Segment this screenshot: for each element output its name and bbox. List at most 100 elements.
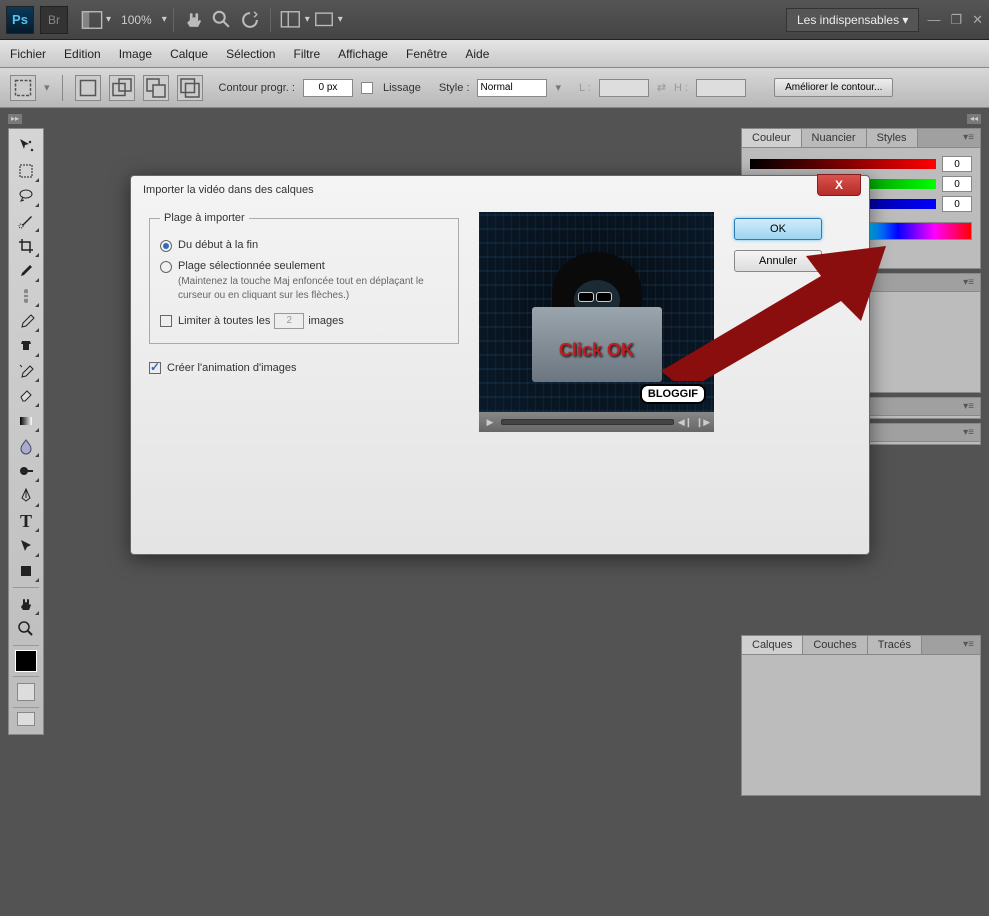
- menu-filtre[interactable]: Filtre: [293, 47, 320, 61]
- height-label: H :: [674, 82, 688, 94]
- width-input: [599, 79, 649, 97]
- bridge-logo-icon[interactable]: Br: [40, 6, 68, 34]
- ok-button[interactable]: OK: [734, 218, 822, 240]
- brush-tool-icon[interactable]: [12, 309, 40, 333]
- radio-selected-range-label: Plage sélectionnée seulement: [178, 260, 325, 272]
- healing-brush-tool-icon[interactable]: [12, 284, 40, 308]
- range-fieldset: Plage à importer Du début à la fin Plage…: [149, 212, 459, 344]
- quick-mask-icon[interactable]: [17, 683, 35, 701]
- cancel-button[interactable]: Annuler: [734, 250, 822, 272]
- limit-frames-input: [274, 313, 304, 329]
- video-scrubber[interactable]: ▶ ◀❙ ❙▶: [479, 412, 714, 432]
- create-animation-checkbox[interactable]: [149, 362, 161, 374]
- blur-tool-icon[interactable]: [12, 434, 40, 458]
- play-button-icon[interactable]: ▶: [483, 415, 497, 429]
- screen-mode-toggle-icon[interactable]: [17, 712, 35, 726]
- selection-intersect-icon[interactable]: [177, 75, 203, 101]
- menu-edition[interactable]: Edition: [64, 47, 101, 61]
- bloggif-watermark: BLOGGIF: [640, 384, 706, 404]
- rotate-view-icon[interactable]: [239, 9, 261, 31]
- collapsed-panel-1-menu-icon[interactable]: ▾≡: [957, 398, 980, 415]
- blue-value[interactable]: 0: [942, 196, 972, 212]
- dialog-close-button[interactable]: X: [817, 174, 861, 196]
- feather-input[interactable]: [303, 79, 353, 97]
- dialog-title: Importer la vidéo dans des calques: [143, 184, 314, 196]
- restore-button[interactable]: ❐: [950, 12, 962, 28]
- tab-couches[interactable]: Couches: [803, 636, 867, 654]
- arrange-documents-icon[interactable]: [280, 9, 302, 31]
- tab-nuancier[interactable]: Nuancier: [802, 129, 867, 147]
- shape-tool-icon[interactable]: [12, 559, 40, 583]
- history-brush-tool-icon[interactable]: [12, 359, 40, 383]
- marquee-tool-icon[interactable]: [12, 159, 40, 183]
- view-extras-icon[interactable]: [81, 9, 103, 31]
- selection-new-icon[interactable]: [75, 75, 101, 101]
- eraser-tool-icon[interactable]: [12, 384, 40, 408]
- tab-couleur[interactable]: Couleur: [742, 129, 802, 147]
- close-button[interactable]: ✕: [972, 12, 983, 28]
- menu-fichier[interactable]: Fichier: [10, 47, 46, 61]
- menu-fenetre[interactable]: Fenêtre: [406, 47, 447, 61]
- eyedropper-tool-icon[interactable]: [12, 259, 40, 283]
- create-animation-label: Créer l'animation d'images: [167, 362, 297, 374]
- foreground-color-swatch[interactable]: [15, 650, 37, 672]
- zoom-tool-icon[interactable]: [211, 9, 233, 31]
- red-slider[interactable]: [750, 159, 936, 169]
- screen-mode-icon[interactable]: [313, 9, 335, 31]
- pen-tool-icon[interactable]: [12, 484, 40, 508]
- lasso-tool-icon[interactable]: [12, 184, 40, 208]
- width-label: L :: [579, 82, 591, 94]
- path-selection-tool-icon[interactable]: [12, 534, 40, 558]
- crop-tool-icon[interactable]: [12, 234, 40, 258]
- zoom-tool-panel-icon[interactable]: [12, 617, 40, 641]
- height-input: [696, 79, 746, 97]
- dodge-tool-icon[interactable]: [12, 459, 40, 483]
- menu-image[interactable]: Image: [119, 47, 152, 61]
- radio-selected-range[interactable]: [160, 261, 172, 273]
- clone-stamp-tool-icon[interactable]: [12, 334, 40, 358]
- workspace-switcher[interactable]: Les indispensables ▾: [786, 8, 919, 32]
- current-tool-preset-icon[interactable]: [10, 75, 36, 101]
- antialias-checkbox[interactable]: [361, 82, 373, 94]
- menu-calque[interactable]: Calque: [170, 47, 208, 61]
- tab-traces[interactable]: Tracés: [868, 636, 922, 654]
- menu-affichage[interactable]: Affichage: [338, 47, 388, 61]
- style-select[interactable]: [477, 79, 547, 97]
- radio-from-beginning[interactable]: [160, 240, 172, 252]
- layers-panel: Calques Couches Tracés ▾≡: [741, 635, 981, 796]
- move-tool-icon[interactable]: [12, 134, 40, 158]
- step-back-icon[interactable]: ◀❙: [678, 415, 692, 429]
- green-value[interactable]: 0: [942, 176, 972, 192]
- adjust-panel-menu-icon[interactable]: ▾≡: [957, 274, 980, 291]
- menu-aide[interactable]: Aide: [465, 47, 489, 61]
- quick-selection-tool-icon[interactable]: [12, 209, 40, 233]
- refine-edge-button[interactable]: Améliorer le contour...: [774, 78, 893, 97]
- collapsed-panel-2-menu-icon[interactable]: ▾≡: [957, 424, 980, 441]
- dialog-titlebar[interactable]: Importer la vidéo dans des calques X: [131, 176, 869, 204]
- selection-add-icon[interactable]: [109, 75, 135, 101]
- tool-options-bar: ▾ Contour progr. : Lissage Style : ▾ L :…: [0, 68, 989, 108]
- selection-subtract-icon[interactable]: [143, 75, 169, 101]
- photoshop-logo-icon: Ps: [6, 6, 34, 34]
- color-panel-menu-icon[interactable]: ▾≡: [957, 129, 980, 147]
- expand-panels-tab[interactable]: ◂◂: [967, 114, 981, 124]
- type-tool-icon[interactable]: T: [12, 509, 40, 533]
- tab-styles[interactable]: Styles: [867, 129, 918, 147]
- expand-tools-tab[interactable]: ▸▸: [8, 114, 22, 124]
- zoom-level[interactable]: 100%: [121, 13, 152, 27]
- import-video-dialog: Importer la vidéo dans des calques X Pla…: [130, 175, 870, 555]
- step-forward-icon[interactable]: ❙▶: [696, 415, 710, 429]
- layers-panel-menu-icon[interactable]: ▾≡: [957, 636, 980, 654]
- red-value[interactable]: 0: [942, 156, 972, 172]
- hand-tool-icon[interactable]: [183, 9, 205, 31]
- limit-frames-checkbox[interactable]: [160, 315, 172, 327]
- tab-calques[interactable]: Calques: [742, 636, 803, 654]
- selected-range-hint: (Maintenez la touche Maj enfoncée tout e…: [178, 275, 448, 303]
- video-track[interactable]: [501, 419, 674, 425]
- menu-selection[interactable]: Sélection: [226, 47, 275, 61]
- minimize-button[interactable]: —: [927, 12, 940, 28]
- gradient-tool-icon[interactable]: [12, 409, 40, 433]
- hand-tool-panel-icon[interactable]: [12, 592, 40, 616]
- app-top-bar: Ps Br ▾ 100% ▾ ▾ ▾ Les indispensables ▾ …: [0, 0, 989, 40]
- main-menu-bar: Fichier Edition Image Calque Sélection F…: [0, 40, 989, 68]
